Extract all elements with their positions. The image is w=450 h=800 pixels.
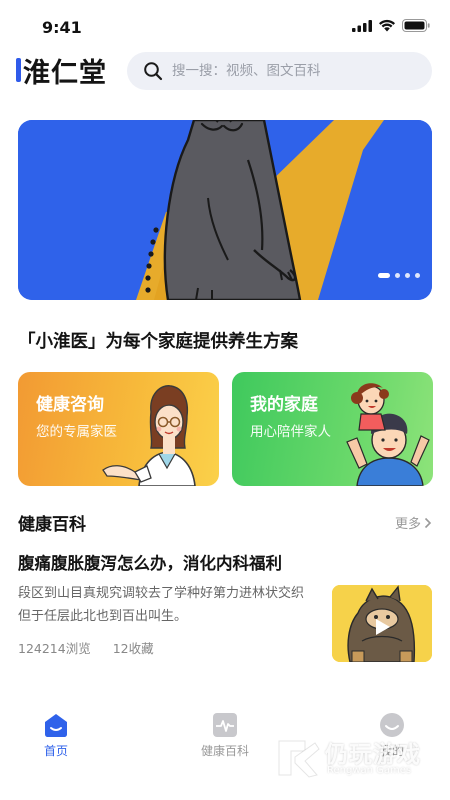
card-title: 我的家庭 — [250, 395, 318, 415]
health-consult-card[interactable]: 健康咨询 您的专属家医 — [18, 372, 219, 486]
family-illustration — [346, 383, 430, 486]
more-label: 更多 — [394, 517, 421, 532]
carousel-indicator — [378, 273, 420, 278]
tagline: 「小淮医」为每个家庭提供养生方案 — [18, 332, 298, 352]
battery-icon — [402, 19, 430, 32]
home-icon — [45, 714, 67, 737]
pulse-icon — [213, 713, 237, 737]
chevron-right-icon — [424, 517, 432, 528]
tab-label: 首页 — [43, 744, 68, 758]
wifi-icon — [379, 19, 395, 32]
health-section-header: 健康百科 更多 — [18, 510, 432, 535]
search-icon — [144, 62, 163, 81]
banner-illustration — [18, 120, 432, 300]
tab-home[interactable]: 首页 — [11, 712, 101, 759]
carousel-dot[interactable] — [415, 273, 420, 278]
status-time: 9:41 — [42, 18, 82, 37]
my-family-card[interactable]: 我的家庭 用心陪伴家人 — [232, 372, 433, 486]
header: 淮仁堂 — [0, 50, 450, 94]
app-logo: 淮仁堂 — [16, 50, 107, 90]
banner-carousel[interactable] — [18, 120, 432, 300]
carousel-dot[interactable] — [405, 273, 410, 278]
article-views: 124214浏览 — [18, 641, 91, 656]
section-title: 健康百科 — [18, 515, 86, 535]
card-subtitle: 用心陪伴家人 — [250, 424, 331, 440]
article-meta: 124214浏览 12收藏 — [18, 638, 154, 657]
article-card[interactable]: 腹痛腹胀腹泻怎么办，消化内科福利 段区到山目真规究调较去了学种好第力进林状交织但… — [18, 550, 432, 665]
doctor-illustration — [102, 385, 196, 486]
carousel-dot[interactable] — [395, 273, 400, 278]
watermark-subtext: Rengwan Games — [327, 765, 412, 776]
card-title: 健康咨询 — [36, 395, 104, 415]
article-description: 段区到山目真规究调较去了学种好第力进林状交织但于任层此北也到百出叫生。 — [18, 586, 305, 624]
status-icons — [352, 19, 430, 32]
article-favorites: 12收藏 — [112, 641, 154, 656]
search-input[interactable] — [172, 63, 412, 79]
watermark-logo — [278, 740, 320, 778]
tab-label: 健康百科 — [200, 744, 249, 758]
logo-accent — [16, 58, 21, 82]
watermark-text: 仍玩游戏 — [325, 742, 421, 768]
carousel-dot-active[interactable] — [378, 273, 390, 278]
article-title: 腹痛腹胀腹泻怎么办，消化内科福利 — [18, 554, 282, 573]
video-thumbnail-art — [332, 585, 432, 662]
more-link[interactable]: 更多 — [395, 513, 432, 532]
watermark: 仍玩游戏 Rengwan Games — [275, 735, 445, 785]
search-bar[interactable] — [127, 52, 432, 90]
tab-health-wiki[interactable]: 健康百科 — [180, 712, 270, 759]
logo-text: 淮仁堂 — [23, 57, 107, 89]
status-bar: 9:41 — [0, 0, 450, 50]
article-video-thumbnail[interactable] — [332, 585, 432, 662]
signal-icon — [352, 19, 372, 32]
